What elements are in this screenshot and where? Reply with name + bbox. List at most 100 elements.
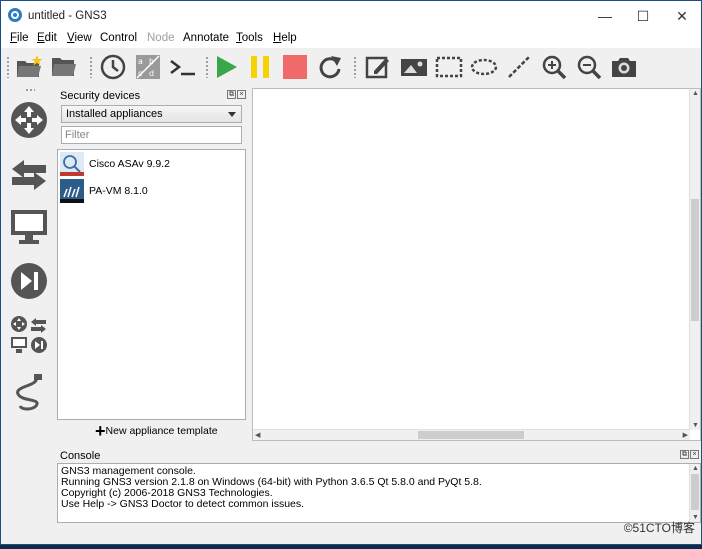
menu-node[interactable]: Node: [147, 32, 175, 44]
menu-tools[interactable]: Tools: [236, 32, 263, 44]
menu-view[interactable]: View: [67, 32, 92, 44]
dock-close-button[interactable]: ×: [237, 90, 246, 99]
horizontal-scroll-thumb[interactable]: [418, 431, 524, 439]
reload-all-button[interactable]: [315, 52, 345, 82]
list-item-label: Cisco ASAv 9.9.2: [89, 158, 170, 170]
dock-title: Security devices: [60, 90, 141, 102]
toolbar-grip[interactable]: [205, 56, 209, 78]
console-all-button[interactable]: [168, 52, 198, 82]
suspend-all-icon: [251, 56, 269, 78]
scroll-up-icon[interactable]: ▲: [692, 465, 699, 472]
minimize-icon: —: [598, 8, 612, 24]
toolbar-grip[interactable]: [6, 56, 10, 78]
suspend-all-button[interactable]: [245, 52, 275, 82]
zoom-in-button[interactable]: [539, 52, 569, 82]
appliance-filter-select[interactable]: Installed appliances: [61, 105, 242, 123]
watermark: ©51CTO博客: [623, 521, 695, 535]
draw-ellipse-button[interactable]: [469, 52, 499, 82]
pa-vm-icon: [60, 179, 84, 203]
open-folder-icon: [52, 58, 76, 76]
add-note-icon: [365, 56, 389, 79]
maximize-button[interactable]: ☐: [625, 1, 661, 31]
topology-canvas[interactable]: ▲ ▼ ◀ ▶: [252, 88, 701, 441]
close-icon: ✕: [676, 7, 688, 24]
zoom-out-button[interactable]: [574, 52, 604, 82]
insert-image-button[interactable]: [399, 52, 429, 82]
dock-close-button[interactable]: ×: [690, 450, 699, 459]
scroll-down-icon[interactable]: ▼: [692, 422, 699, 429]
draw-ellipse-icon: [470, 58, 498, 76]
device-type-toolbar: [1, 86, 57, 526]
stop-all-icon: [283, 55, 307, 79]
list-item-label: PA-VM 8.1.0: [89, 185, 148, 197]
open-project-icon: [17, 55, 43, 77]
stop-all-button[interactable]: [280, 52, 310, 82]
new-template-label: New appliance template: [105, 425, 218, 437]
browse-switches-button[interactable]: [9, 155, 49, 195]
minimize-button[interactable]: —: [587, 1, 623, 31]
menu-bar: File Edit View Control Node Annotate Too…: [1, 31, 701, 48]
start-all-icon: [217, 56, 237, 78]
snapshot-clock-icon: [100, 54, 126, 80]
scroll-left-icon[interactable]: ◀: [255, 431, 260, 439]
filter-input[interactable]: [61, 126, 242, 144]
snapshot-button[interactable]: [98, 52, 128, 82]
zoom-in-icon: [542, 55, 567, 80]
console-output[interactable]: GNS3 management console. Running GNS3 ve…: [57, 463, 701, 523]
routers-icon: [11, 102, 47, 138]
plus-icon: +: [95, 421, 106, 441]
title-bar: untitled - GNS3 — ☐ ✕: [1, 1, 701, 31]
draw-rectangle-button[interactable]: [434, 52, 464, 82]
switches-icon: [12, 160, 46, 190]
show-interface-labels-icon: a b c d: [136, 55, 160, 79]
show-interface-labels-button[interactable]: a b c d: [133, 52, 163, 82]
list-item-pa-vm[interactable]: PA-VM 8.1.0: [60, 178, 244, 204]
menu-file[interactable]: File: [10, 32, 29, 44]
dock-float-button[interactable]: ⧉: [680, 450, 689, 459]
list-item-cisco-asav[interactable]: Cisco ASAv 9.9.2: [60, 151, 244, 177]
console-scrollbar[interactable]: ▲ ▼: [689, 464, 700, 522]
vertical-scroll-thumb[interactable]: [691, 199, 699, 321]
window-title: untitled - GNS3: [28, 10, 107, 22]
svg-text:a: a: [138, 57, 143, 66]
console-scroll-thumb[interactable]: [691, 474, 699, 510]
console-title: Console: [60, 450, 101, 462]
close-button[interactable]: ✕: [664, 1, 700, 31]
gns3-logo-icon: [8, 8, 22, 22]
open-project-button[interactable]: [49, 52, 79, 82]
add-link-icon: [16, 374, 42, 411]
menu-help[interactable]: Help: [273, 32, 297, 44]
new-project-button[interactable]: [14, 52, 44, 82]
browse-end-devices-button[interactable]: [9, 207, 49, 247]
draw-line-icon: [508, 56, 530, 78]
draw-line-button[interactable]: [504, 52, 534, 82]
end-devices-icon: [11, 210, 47, 244]
security-devices-icon: [11, 263, 47, 299]
zoom-out-icon: [577, 55, 602, 80]
add-note-button[interactable]: [363, 52, 393, 82]
vertical-scrollbar[interactable]: ▲ ▼: [689, 89, 700, 430]
scroll-up-icon[interactable]: ▲: [692, 90, 699, 97]
horizontal-scrollbar[interactable]: ◀ ▶: [253, 429, 690, 440]
console-all-icon: [170, 60, 195, 76]
gns3-window: untitled - GNS3 — ☐ ✕ File Edit View Con…: [0, 0, 702, 545]
reload-all-icon: [319, 56, 341, 79]
scroll-right-icon[interactable]: ▶: [683, 431, 688, 439]
insert-image-icon: [401, 59, 427, 76]
dock-float-button[interactable]: ⧉: [227, 90, 236, 99]
browse-routers-button[interactable]: [9, 100, 49, 140]
menu-control[interactable]: Control: [100, 32, 137, 44]
toolbar-grip[interactable]: [89, 56, 93, 78]
start-all-button[interactable]: [211, 52, 241, 82]
new-appliance-template-button[interactable]: + New appliance template: [95, 421, 218, 441]
toolbar-grip[interactable]: [353, 56, 357, 78]
add-link-button[interactable]: [9, 372, 49, 412]
toolbar-grip[interactable]: [25, 88, 35, 92]
browse-security-devices-button[interactable]: [9, 261, 49, 301]
screenshot-button[interactable]: [609, 52, 639, 82]
menu-edit[interactable]: Edit: [37, 32, 57, 44]
browse-all-devices-button[interactable]: [9, 315, 49, 355]
menu-annotate[interactable]: Annotate: [183, 32, 229, 44]
console-line: Use Help -> GNS3 Doctor to detect common…: [61, 498, 305, 510]
screenshot-icon: [612, 58, 636, 77]
